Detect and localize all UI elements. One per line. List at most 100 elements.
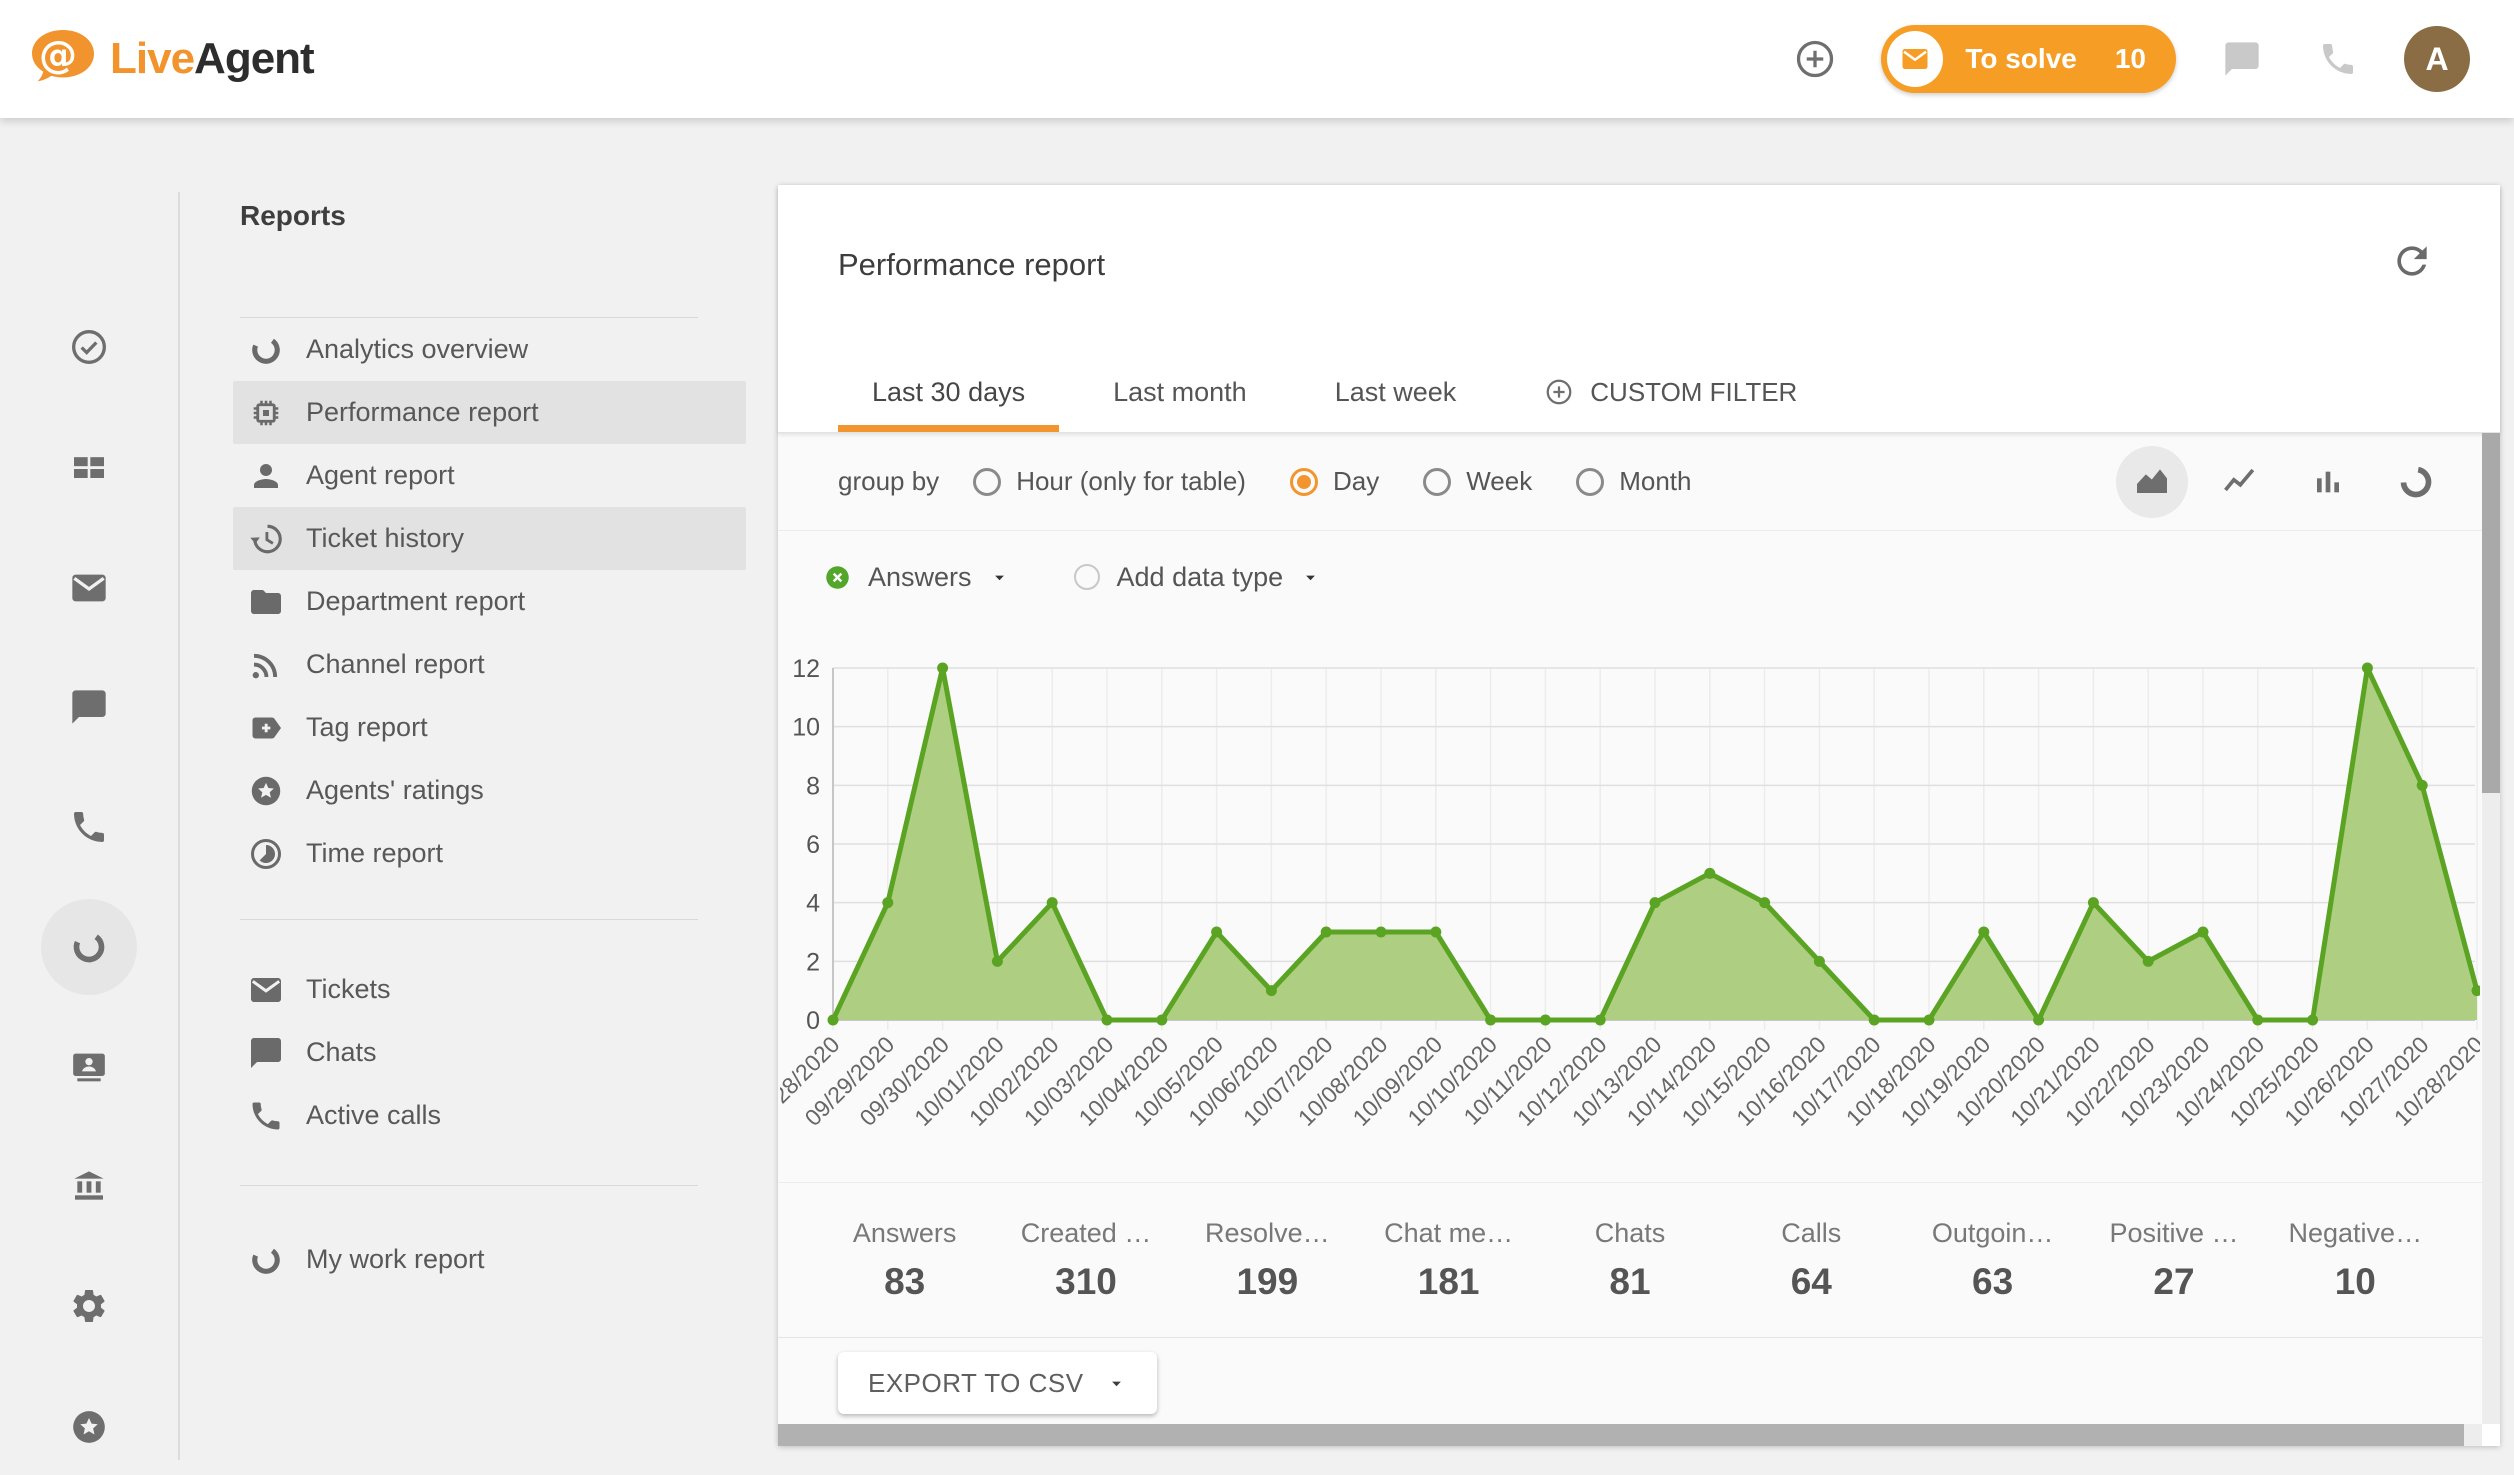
horizontal-scrollbar[interactable] [778,1424,2482,1446]
to-solve-label: To solve [1965,43,2077,75]
stat-negative: Negative…10 [2265,1218,2446,1303]
line-chart-button[interactable] [2204,446,2276,518]
rail-item-bank[interactable] [0,1138,178,1234]
scrollbar-corner [2482,1424,2500,1446]
custom-filter-button[interactable]: CUSTOM FILTER [1544,377,1797,408]
horizontal-scrollbar-thumb[interactable] [778,1424,2464,1446]
nav-item-my-work-report[interactable]: My work report [233,1228,746,1291]
nav-title: Reports [240,200,746,238]
radio-on-icon[interactable] [1290,468,1318,496]
chat-icon [248,1035,284,1071]
remove-series-icon[interactable] [824,564,851,591]
rss-icon [248,647,284,683]
to-solve-envelope-circle [1887,31,1943,87]
avatar[interactable]: A [2404,26,2470,92]
rail-item-reports-donut[interactable] [0,899,178,995]
radio-off-icon[interactable] [1423,468,1451,496]
brand: @ LiveAgent [0,28,314,90]
vertical-scrollbar-thumb[interactable] [2482,433,2500,793]
stat-value: 310 [995,1261,1176,1303]
nav-item-chats[interactable]: Chats [233,1021,746,1084]
gear-icon [69,1286,109,1326]
nav-group-1: Tickets Chats Active calls [180,958,746,1147]
series-chip-answers[interactable]: Answers [824,562,1010,593]
series-chip-label: Answers [868,562,972,593]
phone-icon [69,807,109,847]
star-circle-icon [248,773,284,809]
nav-item-department-report[interactable]: Department report [233,570,746,633]
nav-item-label: Department report [306,586,525,617]
rail-item-phone[interactable] [0,779,178,875]
nav-item-active-calls[interactable]: Active calls [233,1084,746,1147]
svg-text:@: @ [39,33,77,77]
nav-item-ticket-history[interactable]: Ticket history [233,507,746,570]
rail-item-gear[interactable] [0,1258,178,1354]
group-by-option-hour-only-for-table[interactable]: Hour (only for table) [973,466,1246,497]
rail-item-check-circle[interactable] [0,299,178,395]
rail-item-dashboard[interactable] [0,420,178,516]
add-button[interactable] [1785,29,1845,89]
icon-rail [0,118,178,1472]
tab-last-month[interactable]: Last month [1079,352,1281,432]
radio-label: Month [1619,466,1691,497]
person-icon [248,458,284,494]
donut-chart-button[interactable] [2380,446,2452,518]
rail-item-mail[interactable] [0,540,178,636]
area-chart-button[interactable] [2116,446,2188,518]
nav-item-channel-report[interactable]: Channel report [233,633,746,696]
topbar: @ LiveAgent To solve 10 A [0,0,2514,118]
rail-item-star-circle[interactable] [0,1379,178,1475]
group-by-label: group by [838,466,939,497]
bar-chart-button[interactable] [2292,446,2364,518]
svg-text:6: 6 [806,831,820,859]
stat-label: Answers [814,1218,995,1249]
envelope-icon [1900,44,1930,74]
tab-label: Last 30 days [872,377,1025,408]
custom-filter-label: CUSTOM FILTER [1590,377,1797,408]
stat-label: Positive … [2083,1218,2264,1249]
nav-item-agent-report[interactable]: Agent report [233,444,746,507]
radio-off-icon[interactable] [1576,468,1604,496]
bank-icon [69,1166,109,1206]
calls-button[interactable] [2308,29,2368,89]
add-data-type-circle [1074,564,1100,590]
nav-item-time-report[interactable]: Time report [233,822,746,885]
vertical-scrollbar[interactable] [2482,433,2500,1424]
group-by-option-month[interactable]: Month [1576,466,1691,497]
stat-value: 10 [2265,1261,2446,1303]
add-data-type[interactable]: Add data type [1074,562,1322,593]
nav-item-label: Active calls [306,1100,441,1131]
tab-last-week[interactable]: Last week [1301,352,1491,432]
stat-chats: Chats81 [1539,1218,1720,1303]
nav-item-agents-ratings[interactable]: Agents' ratings [233,759,746,822]
bar-chart-icon [2308,462,2348,502]
refresh-button[interactable] [2382,231,2442,291]
to-solve-pill[interactable]: To solve 10 [1881,25,2176,93]
chats-button[interactable] [2212,29,2272,89]
group-by-option-week[interactable]: Week [1423,466,1532,497]
nav-item-performance-report[interactable]: Performance report [233,381,746,444]
rail-item-chat[interactable] [0,659,178,755]
nav-item-tickets[interactable]: Tickets [233,958,746,1021]
nav-item-label: Chats [306,1037,377,1068]
stat-label: Chat me… [1358,1218,1539,1249]
tab-last-30-days[interactable]: Last 30 days [838,352,1059,432]
tab-label: Last week [1335,377,1457,408]
group-by-option-day[interactable]: Day [1290,466,1379,497]
nav-item-label: Agents' ratings [306,775,484,806]
rail-item-contacts-card[interactable] [0,1018,178,1114]
svg-text:12: 12 [792,655,820,683]
radio-off-icon[interactable] [973,468,1001,496]
stat-positive: Positive … 27 [2083,1218,2264,1303]
nav-item-analytics-overview[interactable]: Analytics overview [233,318,746,381]
donut-chart-icon [2396,462,2436,502]
nav-item-label: Channel report [306,649,485,680]
page-title: Performance report [838,247,1105,283]
nav-divider [240,919,698,920]
nav-item-tag-report[interactable]: Tag report [233,696,746,759]
mail-icon [69,568,109,608]
stat-value: 27 [2083,1261,2264,1303]
export-to-csv-button[interactable]: EXPORT TO CSV [838,1352,1157,1414]
chevron-down-icon[interactable] [1300,567,1321,588]
chevron-down-icon[interactable] [989,567,1010,588]
